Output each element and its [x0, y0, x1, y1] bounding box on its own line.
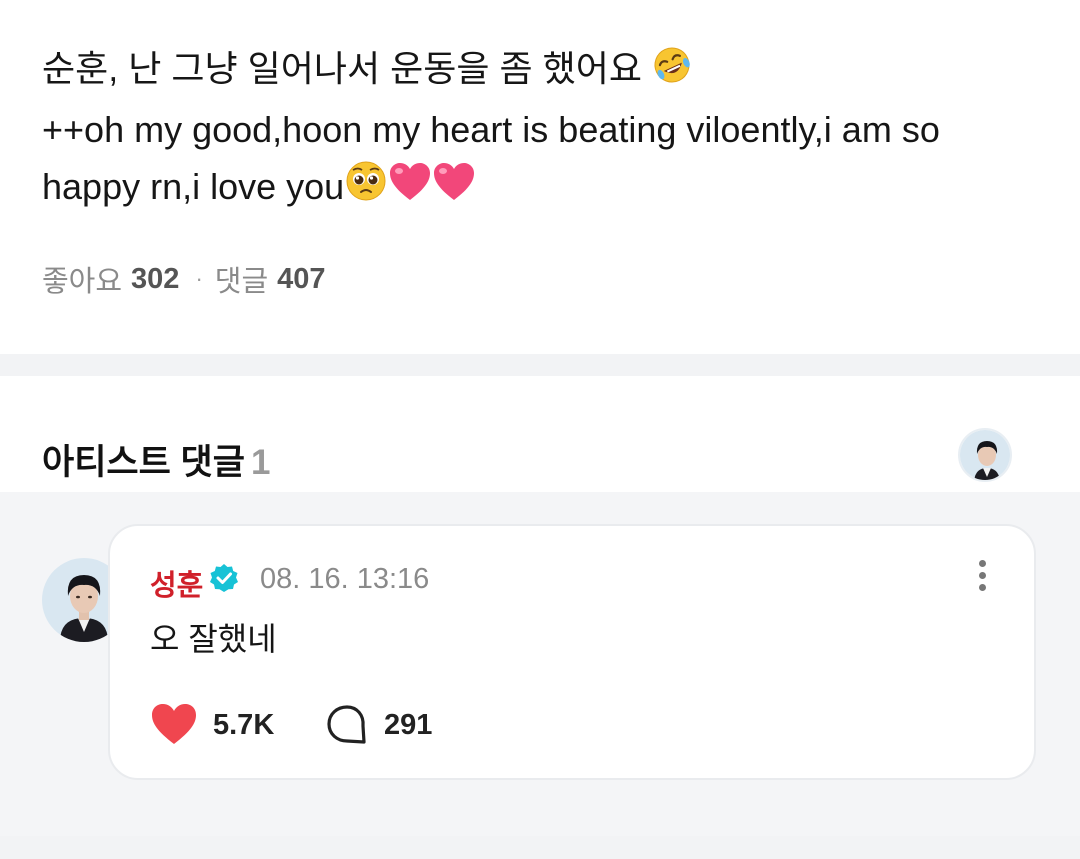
comment-text: 오 잘했네	[150, 621, 277, 657]
verified-badge-icon	[208, 562, 240, 594]
comment-author-name[interactable]: 성훈	[150, 562, 203, 604]
comment-timestamp: 08. 16. 13:16	[260, 563, 430, 595]
pink-heart-icon	[388, 161, 432, 219]
likes-label: 좋아요	[42, 266, 123, 298]
more-options-icon[interactable]	[972, 560, 992, 596]
artist-comments-count: 1	[250, 443, 271, 482]
pleading-face-icon	[344, 159, 388, 219]
section-divider	[0, 354, 1080, 376]
heart-icon[interactable]	[150, 702, 198, 746]
post-body: 순훈, 난 그냥 일어나서 운동을 좀 했어요 ++oh my good,hoo…	[0, 0, 1080, 354]
post-text-line-1: 순훈, 난 그냥 일어나서 운동을 좀 했어요	[42, 40, 1042, 101]
post-stats: 좋아요 302 · 댓글 407	[42, 258, 326, 300]
comment-card: 성훈 08. 16. 13:16 오 잘했네 5.7K 291	[108, 524, 1036, 780]
artist-comment-section: 성훈 08. 16. 13:16 오 잘했네 5.7K 291	[0, 492, 1080, 836]
artist-comments-title: 아티스트 댓글 1	[42, 443, 271, 482]
rolling-on-floor-laughing-icon	[652, 44, 692, 101]
post-text: 순훈, 난 그냥 일어나서 운동을 좀 했어요 ++oh my good,hoo…	[42, 40, 1042, 219]
comments-count: 407	[277, 262, 326, 295]
artist-avatar[interactable]	[958, 428, 1012, 482]
comments-label: 댓글	[214, 266, 269, 298]
reply-bubble-icon[interactable]	[326, 704, 368, 746]
post-text-line-3: happy rn,i love you	[42, 158, 1042, 219]
likes-count: 302	[131, 262, 180, 295]
pink-heart-icon	[432, 161, 476, 219]
comment-like-count: 5.7K	[213, 709, 275, 741]
stats-separator: ·	[195, 266, 203, 291]
comment-reply-count: 291	[384, 709, 433, 741]
artist-comments-header: 아티스트 댓글 1	[0, 376, 1080, 492]
section-divider	[0, 836, 1080, 859]
post-text-line-2: ++oh my good,hoon my heart is beating vi…	[42, 109, 940, 150]
